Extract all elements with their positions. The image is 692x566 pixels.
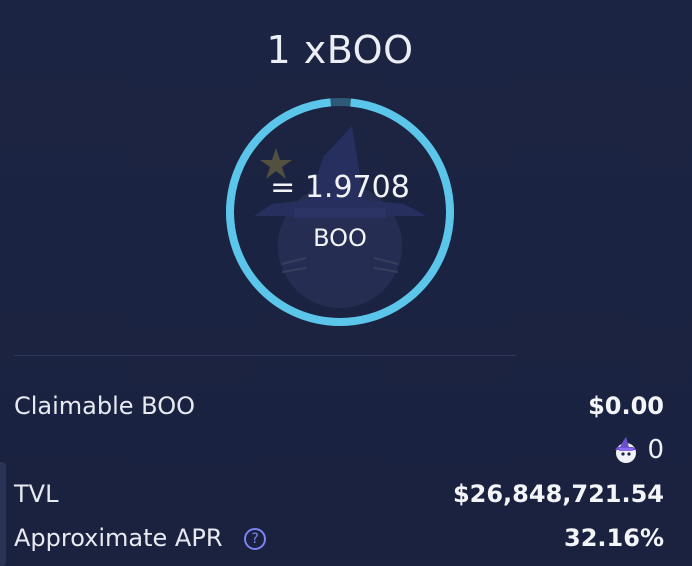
tvl-row: TVL $26,848,721.54 xyxy=(14,474,664,514)
apr-label: Approximate APR xyxy=(14,524,223,552)
apr-label-wrap: Approximate APR ? xyxy=(14,524,267,552)
apr-value: 32.16% xyxy=(564,524,664,552)
reward-row: 0 xyxy=(14,430,664,470)
xboo-ratio-ring: = 1.9708 BOO xyxy=(224,96,456,328)
reward-amount-wrap: 0 xyxy=(611,435,664,465)
tvl-label: TVL xyxy=(14,480,59,508)
claimable-value: $0.00 xyxy=(588,392,664,420)
help-icon[interactable]: ? xyxy=(244,528,267,550)
ratio-value: = 1.9708 xyxy=(270,170,410,205)
ghost-wizard-watermark-icon xyxy=(226,98,454,326)
reward-amount: 0 xyxy=(647,435,664,465)
claimable-label: Claimable BOO xyxy=(14,392,196,420)
ghost-wizard-icon xyxy=(615,437,638,463)
apr-row: Approximate APR ? 32.16% xyxy=(14,518,664,558)
claimable-row: Claimable BOO $0.00 xyxy=(14,386,664,426)
xboo-card: 1 xBOO = 1.9708 BOO Claimable BOO $0.00 xyxy=(0,0,692,566)
side-tab-edge[interactable] xyxy=(0,462,6,566)
ratio-unit: BOO xyxy=(313,224,367,252)
divider xyxy=(14,355,516,356)
tvl-value: $26,848,721.54 xyxy=(452,480,664,508)
card-title: 1 xBOO xyxy=(266,28,414,72)
